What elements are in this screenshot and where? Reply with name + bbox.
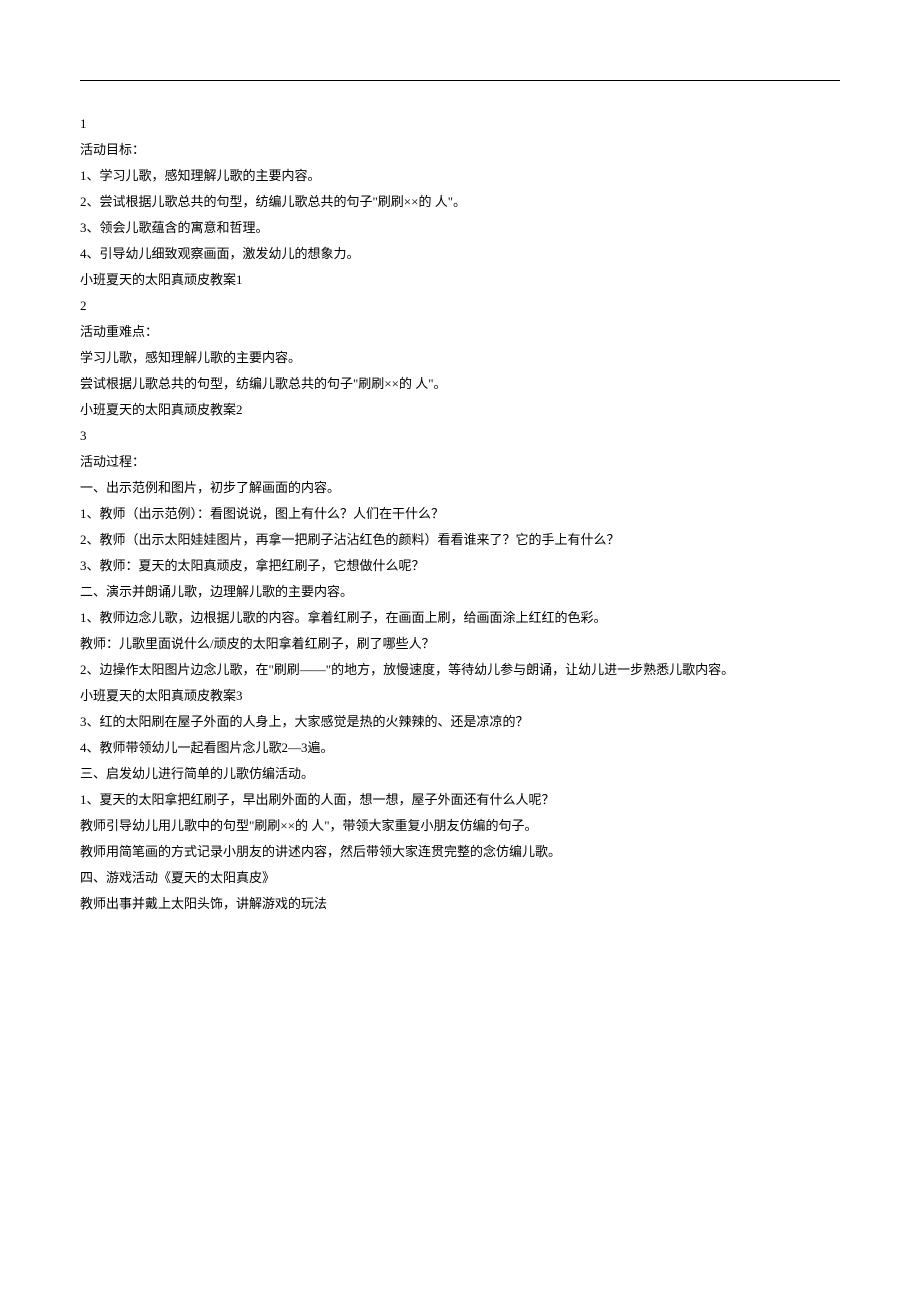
text-line: 1、教师边念儿歌，边根据儿歌的内容。拿着红刷子，在画面上刷，给画面涂上红红的色彩… (80, 605, 840, 631)
section-title: 活动目标： (80, 137, 840, 163)
section-title: 活动过程： (80, 449, 840, 475)
text-line: 四、游戏活动《夏天的太阳真皮》 (80, 865, 840, 891)
text-line: 2、尝试根据儿歌总共的句型，纺编儿歌总共的句子"刷刷××的 人"。 (80, 189, 840, 215)
horizontal-rule (80, 80, 840, 81)
document-content: 1 活动目标： 1、学习儿歌，感知理解儿歌的主要内容。 2、尝试根据儿歌总共的句… (80, 111, 840, 917)
text-line: 教师：儿歌里面说什么/顽皮的太阳拿着红刷子，刷了哪些人？ (80, 631, 840, 657)
text-line: 2、教师（出示太阳娃娃图片，再拿一把刷子沾沾红色的颜料）看看谁来了？它的手上有什… (80, 527, 840, 553)
text-line: 1、夏天的太阳拿把红刷子，早出刷外面的人面，想一想，屋子外面还有什么人呢？ (80, 787, 840, 813)
text-line: 三、启发幼儿进行简单的儿歌仿编活动。 (80, 761, 840, 787)
section-number: 1 (80, 111, 840, 137)
section-number: 3 (80, 423, 840, 449)
text-line: 4、引导幼儿细致观察画面，激发幼儿的想象力。 (80, 241, 840, 267)
section-title: 活动重难点： (80, 319, 840, 345)
text-line: 小班夏天的太阳真顽皮教案2 (80, 397, 840, 423)
text-line: 教师出事并戴上太阳头饰，讲解游戏的玩法 (80, 891, 840, 917)
text-line: 教师用简笔画的方式记录小朋友的讲述内容，然后带领大家连贯完整的念仿编儿歌。 (80, 839, 840, 865)
text-line: 2、边操作太阳图片边念儿歌，在"刷刷——"的地方，放慢速度，等待幼儿参与朗诵，让… (80, 657, 840, 683)
text-line: 3、红的太阳刷在屋子外面的人身上，大家感觉是热的火辣辣的、还是凉凉的？ (80, 709, 840, 735)
text-line: 小班夏天的太阳真顽皮教案3 (80, 683, 840, 709)
text-line: 二、演示并朗诵儿歌，边理解儿歌的主要内容。 (80, 579, 840, 605)
text-line: 4、教师带领幼儿一起看图片念儿歌2—3遍。 (80, 735, 840, 761)
text-line: 一、出示范例和图片，初步了解画面的内容。 (80, 475, 840, 501)
text-line: 小班夏天的太阳真顽皮教案1 (80, 267, 840, 293)
section-number: 2 (80, 293, 840, 319)
text-line: 3、教师：夏天的太阳真顽皮，拿把红刷子，它想做什么呢？ (80, 553, 840, 579)
text-line: 尝试根据儿歌总共的句型，纺编儿歌总共的句子"刷刷××的 人"。 (80, 371, 840, 397)
text-line: 教师引导幼儿用儿歌中的句型"刷刷××的 人"，带领大家重复小朋友仿编的句子。 (80, 813, 840, 839)
text-line: 学习儿歌，感知理解儿歌的主要内容。 (80, 345, 840, 371)
text-line: 1、教师（出示范例）：看图说说，图上有什么？人们在干什么？ (80, 501, 840, 527)
text-line: 1、学习儿歌，感知理解儿歌的主要内容。 (80, 163, 840, 189)
text-line: 3、领会儿歌蕴含的寓意和哲理。 (80, 215, 840, 241)
